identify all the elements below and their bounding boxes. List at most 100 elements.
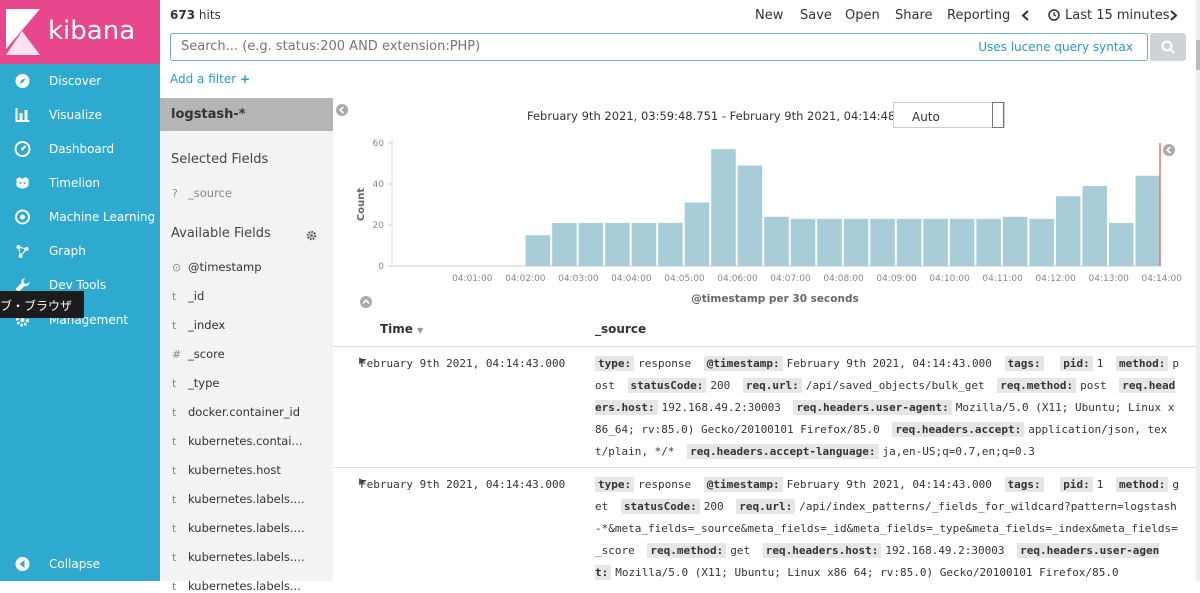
field-name: _id xyxy=(188,289,205,303)
source-field-key[interactable]: statusCode: xyxy=(627,378,707,393)
kibana-logo[interactable]: kibana xyxy=(0,0,160,64)
field-type-icon: t xyxy=(172,522,177,535)
collapse-chart-icon[interactable] xyxy=(1163,144,1175,156)
field-item[interactable]: t kubernetes.labels.... xyxy=(172,550,305,564)
histogram-bar xyxy=(1029,218,1054,266)
gear-icon[interactable] xyxy=(306,230,317,241)
sidebar-item-discover[interactable]: Discover xyxy=(0,64,160,98)
source-field-key[interactable]: req.url: xyxy=(742,378,802,393)
machine-learning-icon xyxy=(15,209,30,225)
x-tick-label: 04:02:00 xyxy=(505,274,546,284)
source-field-key[interactable]: type: xyxy=(595,477,635,492)
field-name: docker.container_id xyxy=(188,405,301,419)
source-field-key[interactable]: req.method: xyxy=(647,543,727,558)
histogram-bar xyxy=(525,235,551,266)
x-tick-label: 04:06:00 xyxy=(717,274,758,284)
histogram-bar xyxy=(737,165,763,266)
sidebar-item-timelion[interactable]: Timelion xyxy=(0,166,160,200)
hits-count: 673 hits xyxy=(170,8,221,22)
x-tick-label: 04:01:00 xyxy=(452,274,493,284)
histogram-bar xyxy=(578,222,604,266)
chevron-left-circle-icon xyxy=(15,557,30,571)
source-field-key[interactable]: statusCode: xyxy=(620,499,700,514)
field-item[interactable]: t kubernetes.contai... xyxy=(172,434,302,448)
field-item[interactable]: ⊙ @timestamp xyxy=(172,260,262,274)
time-picker[interactable]: Last 15 minutes xyxy=(1065,8,1170,23)
source-field-key[interactable]: method: xyxy=(1116,356,1169,371)
collapse-button[interactable]: Collapse xyxy=(0,547,160,581)
field-name: _index xyxy=(188,318,226,332)
field-name: _type xyxy=(188,376,220,390)
field-type-icon: t xyxy=(172,406,177,419)
source-field-key[interactable]: method: xyxy=(1116,477,1169,492)
search-icon xyxy=(1161,40,1175,54)
field-item[interactable]: t docker.container_id xyxy=(172,405,300,419)
scrollbar-thumb[interactable] xyxy=(1196,40,1200,70)
field-item[interactable]: t kubernetes.labels... xyxy=(172,579,301,593)
histogram-bar xyxy=(1135,175,1160,266)
field-type-icon: t xyxy=(172,377,177,390)
source-field-key[interactable]: req.headers.host: xyxy=(762,543,882,558)
field-item[interactable]: t _id xyxy=(172,289,204,303)
source-field-key[interactable]: @timestamp: xyxy=(703,477,783,492)
field-item[interactable]: t kubernetes.labels.... xyxy=(172,521,305,535)
sidebar-item-machine-learning[interactable]: Machine Learning xyxy=(0,200,160,234)
index-pattern-selector[interactable]: logstash-* xyxy=(160,98,333,131)
field-item[interactable]: # _score xyxy=(172,347,225,361)
scrollbar[interactable] xyxy=(1196,0,1200,581)
x-tick-label: 04:09:00 xyxy=(876,274,917,284)
logo-text: kibana xyxy=(48,16,136,46)
chevron-left-icon[interactable] xyxy=(1021,10,1029,21)
source-field-value: post xyxy=(1080,379,1107,392)
new-button[interactable]: New xyxy=(755,8,783,23)
source-field-key[interactable]: pid: xyxy=(1060,356,1093,371)
field-type-icon: t xyxy=(172,464,177,477)
source-field-key[interactable]: tags: xyxy=(1004,477,1044,492)
field-item[interactable]: t kubernetes.host xyxy=(172,463,281,477)
sidebar-item-visualize[interactable]: Visualize xyxy=(0,98,160,132)
source-field-key[interactable]: type: xyxy=(595,356,635,371)
field-name: kubernetes.labels.... xyxy=(188,550,305,564)
reporting-button[interactable]: Reporting xyxy=(947,8,1010,23)
compass-icon xyxy=(15,74,30,88)
table-row[interactable]: ▶ February 9th 2021, 04:14:43.000 type: res… xyxy=(333,467,1200,587)
source-field-key[interactable]: req.method: xyxy=(997,378,1077,393)
add-filter-button[interactable]: Add a filter + xyxy=(170,72,250,86)
source-field-key[interactable]: req.headers.user-agent: xyxy=(793,400,952,415)
source-field-value: ja,en-US;q=0.7,en;q=0.3 xyxy=(882,445,1035,458)
field-item[interactable]: ? _source xyxy=(172,186,232,200)
share-button[interactable]: Share xyxy=(895,8,933,23)
sidebar-item-dashboard[interactable]: Dashboard xyxy=(0,132,160,166)
table-row[interactable]: ▶ February 9th 2021, 04:14:43.000 type: res… xyxy=(333,346,1200,467)
x-tick-label: 04:08:00 xyxy=(823,274,864,284)
source-field-key[interactable]: req.headers.accept-language: xyxy=(687,444,879,459)
field-item[interactable]: t _type xyxy=(172,376,219,390)
field-sidebar: logstash-* Selected Fields ? _source Avai… xyxy=(160,98,333,593)
x-tick-label: 04:03:00 xyxy=(558,274,599,284)
toggle-chart-icon[interactable] xyxy=(360,296,372,308)
field-item[interactable]: t kubernetes.labels.... xyxy=(172,492,305,506)
source-field-value: 200 xyxy=(703,500,724,513)
save-button[interactable]: Save xyxy=(800,8,832,23)
source-field-key[interactable]: req.headers.accept: xyxy=(892,422,1025,437)
search-button[interactable] xyxy=(1150,33,1186,61)
source-field-value: 192.168.49.2:30003 xyxy=(661,401,781,414)
search-input[interactable] xyxy=(181,39,881,54)
time-column-header[interactable]: Time ▼ xyxy=(380,322,423,336)
source-field-key[interactable]: req.url: xyxy=(736,499,796,514)
source-field-key[interactable]: @timestamp: xyxy=(703,356,783,371)
field-item[interactable]: t _index xyxy=(172,318,225,332)
open-button[interactable]: Open xyxy=(845,8,880,23)
field-name: _score xyxy=(188,347,225,361)
sidebar-item-label: Visualize xyxy=(49,108,102,122)
lucene-syntax-link[interactable]: Uses lucene query syntax xyxy=(978,40,1133,54)
graph-icon xyxy=(16,245,29,258)
source-field-key[interactable]: tags: xyxy=(1004,356,1044,371)
source-field-key[interactable]: pid: xyxy=(1060,477,1093,492)
sidebar-item-graph[interactable]: Graph xyxy=(0,234,160,268)
search-bar: Uses lucene query syntax xyxy=(170,33,1186,61)
field-name: @timestamp xyxy=(188,260,262,274)
histogram-bar xyxy=(949,218,975,266)
chevron-right-icon[interactable] xyxy=(1170,10,1178,21)
histogram-bar xyxy=(817,218,842,266)
